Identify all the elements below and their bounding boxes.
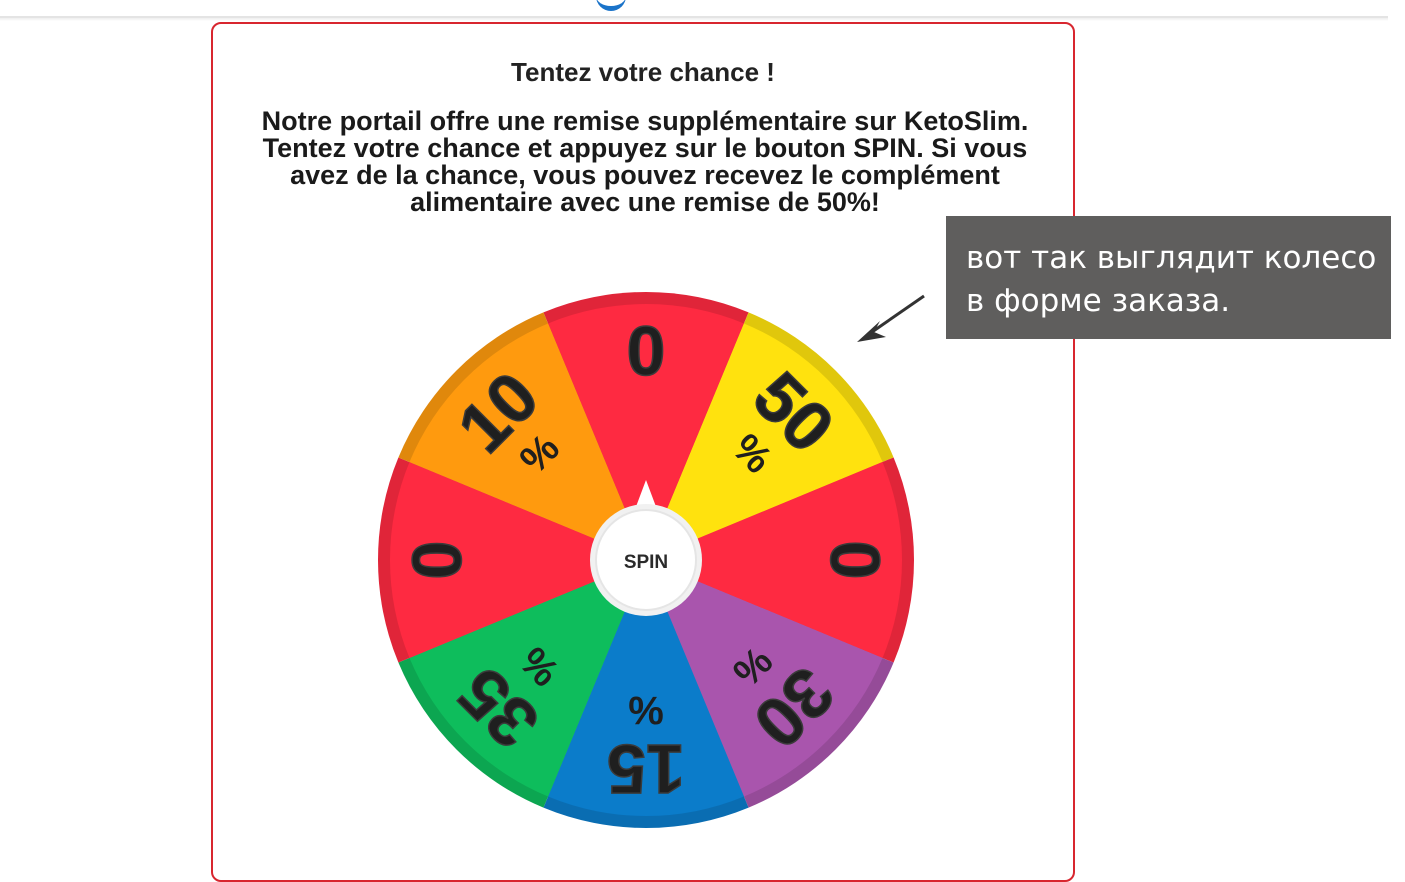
- arrow-icon: [857, 294, 925, 342]
- wheel-segment-label: 0: [815, 540, 895, 580]
- wheel-segment-unit: %: [628, 688, 664, 732]
- spin-label: SPIN: [624, 552, 668, 573]
- wheel-segment-value: 15: [607, 730, 685, 808]
- order-form-card: Tentez votre chance ! Notre portail offr…: [211, 22, 1075, 882]
- header-shadow: [0, 18, 1388, 21]
- promo-description: Notre portail offre une remise supplémen…: [261, 106, 1029, 217]
- wheel-segment-value: 0: [627, 312, 666, 390]
- annotation-callout: вот так выглядит колесо в форме заказа.: [946, 216, 1391, 339]
- annotation-line-2: в форме заказа.: [966, 283, 1231, 319]
- wheel-segment-label: 0: [397, 540, 477, 580]
- wheel-segment-value: 0: [816, 541, 894, 580]
- wheel-segment-label: 0: [626, 311, 666, 391]
- fortune-wheel: 050%030%15%35%010% SPIN: [378, 292, 914, 828]
- promo-title: Tentez votre chance !: [511, 57, 775, 87]
- site-logo-fragment: [596, 0, 626, 11]
- annotation-line-1: вот так выглядит колесо: [966, 240, 1377, 276]
- wheel-segment-value: 0: [398, 541, 476, 580]
